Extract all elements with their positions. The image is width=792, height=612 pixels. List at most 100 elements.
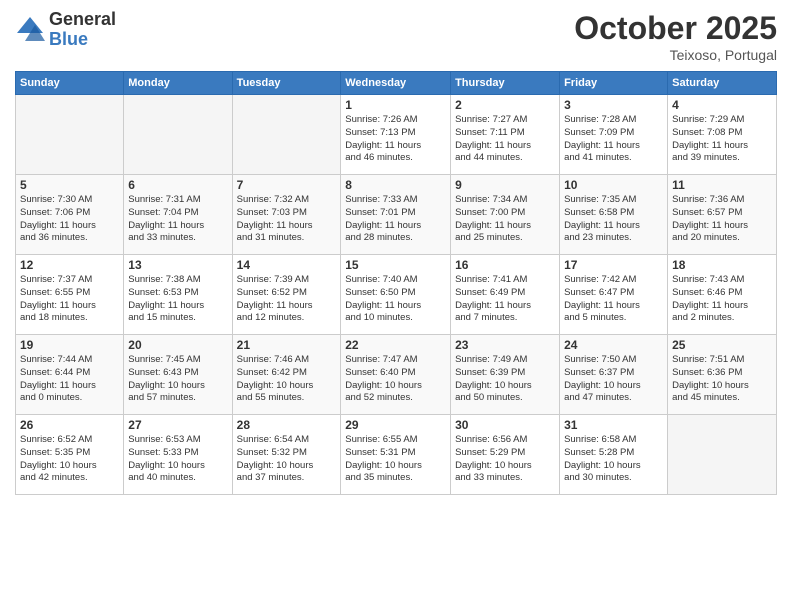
- day-info: Sunrise: 6:54 AM Sunset: 5:32 PM Dayligh…: [237, 434, 337, 485]
- day-info: Sunrise: 7:28 AM Sunset: 7:09 PM Dayligh…: [564, 114, 663, 165]
- day-number: 2: [455, 98, 555, 112]
- table-row: 1 Sunrise: 7:26 AM Sunset: 7:13 PM Daylig…: [341, 95, 451, 175]
- day-number: 11: [672, 178, 772, 192]
- header-sunday: Sunday: [16, 72, 124, 95]
- title-block: October 2025 Teixoso, Portugal: [574, 10, 777, 63]
- table-row: 29Sunrise: 6:55 AM Sunset: 5:31 PM Dayli…: [341, 415, 451, 495]
- page-container: General Blue October 2025 Teixoso, Portu…: [0, 0, 792, 505]
- table-row: 24 Sunrise: 7:50 AM Sunset: 6:37 PM Dayli…: [560, 335, 668, 415]
- table-row: 7 Sunrise: 7:32 AM Sunset: 7:03 PM Daylig…: [232, 175, 341, 255]
- day-number: 15: [345, 258, 446, 272]
- header-friday: Friday: [560, 72, 668, 95]
- table-row: 19 Sunrise: 7:44 AM Sunset: 6:44 PM Dayli…: [16, 335, 124, 415]
- month-title: October 2025: [574, 10, 777, 47]
- logo-text: General Blue: [49, 10, 116, 50]
- day-info: Sunrise: 7:37 AM Sunset: 6:55 PM Dayligh…: [20, 274, 119, 325]
- day-number: 10: [564, 178, 663, 192]
- table-row: 31Sunrise: 6:58 AM Sunset: 5:28 PM Dayli…: [560, 415, 668, 495]
- day-info: Sunrise: 7:49 AM Sunset: 6:39 PM Dayligh…: [455, 354, 555, 405]
- table-row: 11Sunrise: 7:36 AM Sunset: 6:57 PM Dayli…: [668, 175, 777, 255]
- day-number: 23: [455, 338, 555, 352]
- table-row: 15 Sunrise: 7:40 AM Sunset: 6:50 PM Dayli…: [341, 255, 451, 335]
- day-info: Sunrise: 6:52 AM Sunset: 5:35 PM Dayligh…: [20, 434, 119, 485]
- day-info: Sunrise: 7:46 AM Sunset: 6:42 PM Dayligh…: [237, 354, 337, 405]
- day-number: 30: [455, 418, 555, 432]
- day-number: 9: [455, 178, 555, 192]
- table-row: 17 Sunrise: 7:42 AM Sunset: 6:47 PM Dayli…: [560, 255, 668, 335]
- day-info: Sunrise: 6:58 AM Sunset: 5:28 PM Dayligh…: [564, 434, 663, 485]
- header-monday: Monday: [124, 72, 232, 95]
- day-number: 8: [345, 178, 446, 192]
- table-row: 25Sunrise: 7:51 AM Sunset: 6:36 PM Dayli…: [668, 335, 777, 415]
- day-info: Sunrise: 7:34 AM Sunset: 7:00 PM Dayligh…: [455, 194, 555, 245]
- table-row: 20 Sunrise: 7:45 AM Sunset: 6:43 PM Dayli…: [124, 335, 232, 415]
- logo-general: General: [49, 10, 116, 30]
- day-number: 27: [128, 418, 227, 432]
- day-info: Sunrise: 6:56 AM Sunset: 5:29 PM Dayligh…: [455, 434, 555, 485]
- calendar-body: 1 Sunrise: 7:26 AM Sunset: 7:13 PM Daylig…: [16, 95, 777, 495]
- day-info: Sunrise: 7:39 AM Sunset: 6:52 PM Dayligh…: [237, 274, 337, 325]
- day-number: 17: [564, 258, 663, 272]
- day-info: Sunrise: 7:42 AM Sunset: 6:47 PM Dayligh…: [564, 274, 663, 325]
- day-number: 24: [564, 338, 663, 352]
- day-info: Sunrise: 7:33 AM Sunset: 7:01 PM Dayligh…: [345, 194, 446, 245]
- header-saturday: Saturday: [668, 72, 777, 95]
- day-info: Sunrise: 7:26 AM Sunset: 7:13 PM Dayligh…: [345, 114, 446, 165]
- day-number: 28: [237, 418, 337, 432]
- day-info: Sunrise: 7:30 AM Sunset: 7:06 PM Dayligh…: [20, 194, 119, 245]
- table-row: 22 Sunrise: 7:47 AM Sunset: 6:40 PM Dayli…: [341, 335, 451, 415]
- day-info: Sunrise: 6:55 AM Sunset: 5:31 PM Dayligh…: [345, 434, 446, 485]
- day-number: 19: [20, 338, 119, 352]
- logo-icon: [15, 15, 45, 45]
- table-row: 26 Sunrise: 6:52 AM Sunset: 5:35 PM Dayli…: [16, 415, 124, 495]
- day-number: 16: [455, 258, 555, 272]
- table-row: 23 Sunrise: 7:49 AM Sunset: 6:39 PM Dayli…: [451, 335, 560, 415]
- day-number: 1: [345, 98, 446, 112]
- table-row: 13Sunrise: 7:38 AM Sunset: 6:53 PM Dayli…: [124, 255, 232, 335]
- table-row: 12Sunrise: 7:37 AM Sunset: 6:55 PM Dayli…: [16, 255, 124, 335]
- day-info: Sunrise: 7:44 AM Sunset: 6:44 PM Dayligh…: [20, 354, 119, 405]
- table-row: 2Sunrise: 7:27 AM Sunset: 7:11 PM Daylig…: [451, 95, 560, 175]
- table-row: [232, 95, 341, 175]
- table-row: 27 Sunrise: 6:53 AM Sunset: 5:33 PM Dayli…: [124, 415, 232, 495]
- day-number: 26: [20, 418, 119, 432]
- day-number: 5: [20, 178, 119, 192]
- day-info: Sunrise: 7:32 AM Sunset: 7:03 PM Dayligh…: [237, 194, 337, 245]
- calendar-header: Sunday Monday Tuesday Wednesday Thursday…: [16, 72, 777, 95]
- table-row: 5 Sunrise: 7:30 AM Sunset: 7:06 PM Daylig…: [16, 175, 124, 255]
- day-number: 20: [128, 338, 227, 352]
- day-info: Sunrise: 7:35 AM Sunset: 6:58 PM Dayligh…: [564, 194, 663, 245]
- calendar-week-row: 5 Sunrise: 7:30 AM Sunset: 7:06 PM Daylig…: [16, 175, 777, 255]
- table-row: 18Sunrise: 7:43 AM Sunset: 6:46 PM Dayli…: [668, 255, 777, 335]
- logo: General Blue: [15, 10, 116, 50]
- day-info: Sunrise: 7:40 AM Sunset: 6:50 PM Dayligh…: [345, 274, 446, 325]
- calendar-table: Sunday Monday Tuesday Wednesday Thursday…: [15, 71, 777, 495]
- calendar-week-row: 1 Sunrise: 7:26 AM Sunset: 7:13 PM Daylig…: [16, 95, 777, 175]
- header-row: Sunday Monday Tuesday Wednesday Thursday…: [16, 72, 777, 95]
- table-row: 8 Sunrise: 7:33 AM Sunset: 7:01 PM Daylig…: [341, 175, 451, 255]
- day-number: 14: [237, 258, 337, 272]
- table-row: 6Sunrise: 7:31 AM Sunset: 7:04 PM Daylig…: [124, 175, 232, 255]
- table-row: [668, 415, 777, 495]
- day-info: Sunrise: 7:45 AM Sunset: 6:43 PM Dayligh…: [128, 354, 227, 405]
- header: General Blue October 2025 Teixoso, Portu…: [15, 10, 777, 63]
- day-info: Sunrise: 7:47 AM Sunset: 6:40 PM Dayligh…: [345, 354, 446, 405]
- table-row: 28 Sunrise: 6:54 AM Sunset: 5:32 PM Dayli…: [232, 415, 341, 495]
- day-info: Sunrise: 7:38 AM Sunset: 6:53 PM Dayligh…: [128, 274, 227, 325]
- table-row: 3 Sunrise: 7:28 AM Sunset: 7:09 PM Daylig…: [560, 95, 668, 175]
- day-number: 22: [345, 338, 446, 352]
- table-row: [124, 95, 232, 175]
- day-number: 4: [672, 98, 772, 112]
- calendar-week-row: 12Sunrise: 7:37 AM Sunset: 6:55 PM Dayli…: [16, 255, 777, 335]
- day-info: Sunrise: 7:41 AM Sunset: 6:49 PM Dayligh…: [455, 274, 555, 325]
- calendar-week-row: 19 Sunrise: 7:44 AM Sunset: 6:44 PM Dayli…: [16, 335, 777, 415]
- day-number: 6: [128, 178, 227, 192]
- day-info: Sunrise: 6:53 AM Sunset: 5:33 PM Dayligh…: [128, 434, 227, 485]
- day-number: 18: [672, 258, 772, 272]
- day-number: 3: [564, 98, 663, 112]
- day-number: 7: [237, 178, 337, 192]
- table-row: 14 Sunrise: 7:39 AM Sunset: 6:52 PM Dayli…: [232, 255, 341, 335]
- table-row: 16 Sunrise: 7:41 AM Sunset: 6:49 PM Dayli…: [451, 255, 560, 335]
- day-info: Sunrise: 7:50 AM Sunset: 6:37 PM Dayligh…: [564, 354, 663, 405]
- header-tuesday: Tuesday: [232, 72, 341, 95]
